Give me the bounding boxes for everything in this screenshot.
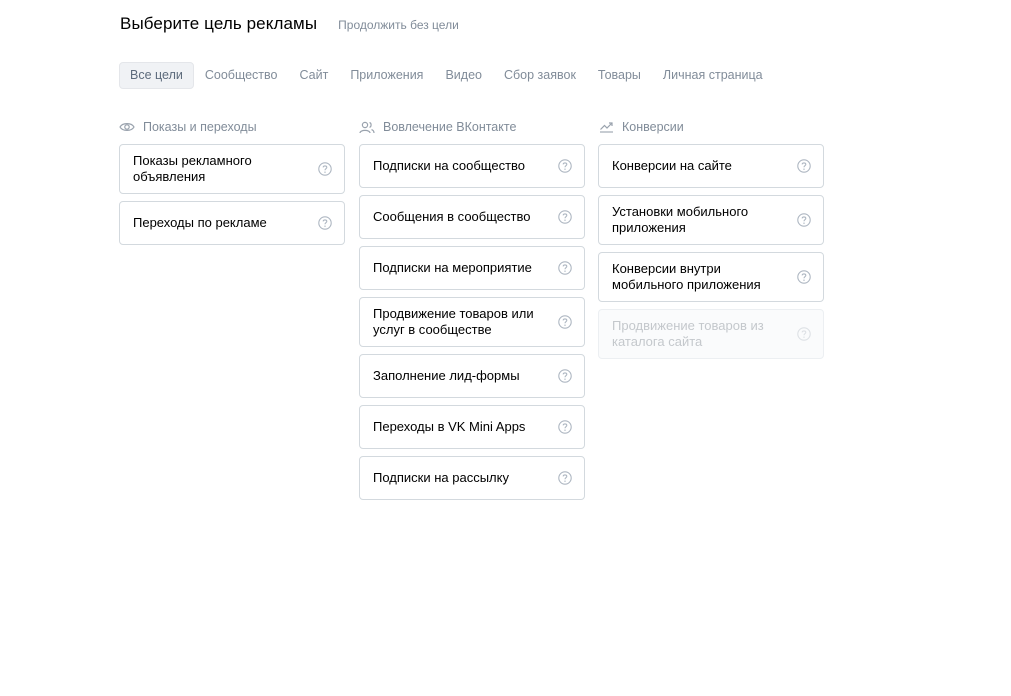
column-header: Показы и переходы <box>119 118 345 136</box>
goal-card[interactable]: Переходы по рекламе <box>119 201 345 245</box>
tab-video[interactable]: Видео <box>434 62 493 89</box>
goal-filter-tabs: Все цели Сообщество Сайт Приложения Виде… <box>119 62 774 89</box>
tab-site[interactable]: Сайт <box>288 62 339 89</box>
goal-card[interactable]: Конверсии внутри мобильного приложения <box>598 252 824 302</box>
help-icon[interactable] <box>797 213 811 227</box>
help-icon[interactable] <box>797 270 811 284</box>
tab-lead-collection[interactable]: Сбор заявок <box>493 62 587 89</box>
eye-icon <box>119 120 135 134</box>
column-vk-engagement: Вовлечение ВКонтакте Подписки на сообщес… <box>359 118 585 507</box>
tab-all-goals[interactable]: Все цели <box>119 62 194 89</box>
goal-card-label: Продвижение товаров из каталога сайта <box>612 318 764 349</box>
goal-card[interactable]: Подписки на мероприятие <box>359 246 585 290</box>
goal-card[interactable]: Установки мобильного приложения <box>598 195 824 245</box>
column-conversions: Конверсии Конверсии на сайте Установки м… <box>598 118 824 366</box>
goal-card[interactable]: Конверсии на сайте <box>598 144 824 188</box>
tab-products[interactable]: Товары <box>587 62 652 89</box>
tab-apps[interactable]: Приложения <box>339 62 434 89</box>
goal-card-disabled: Продвижение товаров из каталога сайта <box>598 309 824 359</box>
goal-card[interactable]: Переходы в VK Mini Apps <box>359 405 585 449</box>
goal-card[interactable]: Сообщения в сообщество <box>359 195 585 239</box>
goal-card-label: Конверсии внутри мобильного приложения <box>612 261 761 292</box>
help-icon[interactable] <box>558 261 572 275</box>
tab-personal-page[interactable]: Личная страница <box>652 62 774 89</box>
goal-card-label: Продвижение товаров или услуг в сообщест… <box>373 306 534 337</box>
column-title: Конверсии <box>622 120 684 134</box>
goal-card-label: Сообщения в сообщество <box>373 209 531 224</box>
column-header: Конверсии <box>598 118 824 136</box>
help-icon[interactable] <box>318 162 332 176</box>
page-header: Выберите цель рекламы Продолжить без цел… <box>120 14 459 34</box>
help-icon[interactable] <box>558 471 572 485</box>
help-icon[interactable] <box>558 210 572 224</box>
tab-community[interactable]: Сообщество <box>194 62 289 89</box>
goal-card-label: Установки мобильного приложения <box>612 204 749 235</box>
goal-card[interactable]: Подписки на рассылку <box>359 456 585 500</box>
goal-card-label: Подписки на мероприятие <box>373 260 532 275</box>
goal-card-label: Переходы по рекламе <box>133 215 267 230</box>
goal-card-label: Заполнение лид-формы <box>373 368 520 383</box>
goal-card[interactable]: Заполнение лид-формы <box>359 354 585 398</box>
users-icon <box>359 120 375 134</box>
help-icon <box>797 327 811 341</box>
help-icon[interactable] <box>558 315 572 329</box>
page-title: Выберите цель рекламы <box>120 14 318 33</box>
help-icon[interactable] <box>558 369 572 383</box>
column-title: Показы и переходы <box>143 120 257 134</box>
column-header: Вовлечение ВКонтакте <box>359 118 585 136</box>
goal-card-label: Подписки на рассылку <box>373 470 509 485</box>
goal-card[interactable]: Показы рекламного объявления <box>119 144 345 194</box>
goal-card-label: Конверсии на сайте <box>612 158 732 173</box>
goal-card-label: Показы рекламного объявления <box>133 153 252 184</box>
continue-without-goal-link[interactable]: Продолжить без цели <box>338 18 459 32</box>
goal-card[interactable]: Подписки на сообщество <box>359 144 585 188</box>
help-icon[interactable] <box>797 159 811 173</box>
goal-selection-page: Выберите цель рекламы Продолжить без цел… <box>0 0 1011 696</box>
trend-icon <box>598 120 614 134</box>
goal-card-label: Переходы в VK Mini Apps <box>373 419 526 434</box>
goal-card[interactable]: Продвижение товаров или услуг в сообщест… <box>359 297 585 347</box>
help-icon[interactable] <box>318 216 332 230</box>
column-impressions-clicks: Показы и переходы Показы рекламного объя… <box>119 118 345 252</box>
help-icon[interactable] <box>558 159 572 173</box>
goal-card-label: Подписки на сообщество <box>373 158 526 173</box>
help-icon[interactable] <box>558 420 572 434</box>
column-title: Вовлечение ВКонтакте <box>383 120 517 134</box>
